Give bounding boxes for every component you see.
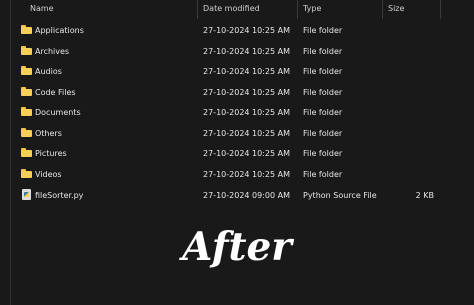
folder-icon xyxy=(21,127,32,138)
file-date: 27-10-2024 09:00 AM xyxy=(203,191,291,200)
file-type: File folder xyxy=(303,26,343,35)
file-row[interactable]: Pictures 27-10-2024 10:25 AM File folder xyxy=(0,144,474,164)
file-type: File folder xyxy=(303,169,343,179)
folder-icon xyxy=(21,45,32,56)
folder-icon xyxy=(21,25,32,35)
file-type: File folder xyxy=(303,149,343,158)
file-name: Archives xyxy=(35,46,70,56)
file-date: 27-10-2024 10:25 AM xyxy=(203,67,291,76)
file-name: Others xyxy=(35,128,62,138)
file-row[interactable]: fileSorter.py 27-10-2024 09:00 AM Python… xyxy=(0,186,474,206)
folder-icon xyxy=(21,148,32,158)
file-date: 27-10-2024 10:25 AM xyxy=(203,26,291,35)
overlay-caption: After xyxy=(182,224,292,270)
file-type: File folder xyxy=(303,67,343,76)
file-name: Code Files xyxy=(35,87,76,97)
folder-icon xyxy=(21,168,32,179)
file-date: 27-10-2024 10:25 AM xyxy=(203,87,291,97)
file-type: File folder xyxy=(303,46,343,56)
python-file-icon xyxy=(22,189,31,200)
file-size: 2 KB xyxy=(415,191,434,200)
file-row[interactable]: Code Files 27-10-2024 10:25 AM File fold… xyxy=(0,83,474,103)
column-divider[interactable] xyxy=(197,0,198,19)
file-row[interactable]: Documents 27-10-2024 10:25 AM File folde… xyxy=(0,103,474,123)
folder-icon xyxy=(21,86,32,97)
column-divider[interactable] xyxy=(297,0,298,19)
file-row[interactable]: Audios 27-10-2024 10:25 AM File folder xyxy=(0,62,474,82)
column-header-bar: ⌃ Name Date modified Type Size xyxy=(0,0,474,19)
file-type: File folder xyxy=(303,87,343,97)
file-date: 27-10-2024 10:25 AM xyxy=(203,46,291,56)
file-date: 27-10-2024 10:25 AM xyxy=(203,108,291,117)
column-header-date[interactable]: Date modified xyxy=(203,4,260,13)
file-name: Applications xyxy=(35,26,84,35)
column-header-type[interactable]: Type xyxy=(303,4,321,13)
folder-icon xyxy=(21,107,32,117)
column-header-name[interactable]: Name xyxy=(30,4,54,13)
column-divider[interactable] xyxy=(382,0,383,19)
file-type: Python Source File xyxy=(303,191,377,200)
file-type: File folder xyxy=(303,128,343,138)
file-name: Audios xyxy=(35,67,62,76)
file-name: fileSorter.py xyxy=(35,191,84,200)
file-row[interactable]: Videos 27-10-2024 10:25 AM File folder xyxy=(0,165,474,185)
file-name: Videos xyxy=(35,169,62,179)
column-divider[interactable] xyxy=(440,0,441,19)
file-date: 27-10-2024 10:25 AM xyxy=(203,149,291,158)
chevron-up-icon[interactable]: ⌃ xyxy=(108,0,114,5)
file-name: Pictures xyxy=(35,149,67,158)
file-row[interactable]: Others 27-10-2024 10:25 AM File folder xyxy=(0,124,474,144)
file-date: 27-10-2024 10:25 AM xyxy=(203,169,291,179)
column-header-size[interactable]: Size xyxy=(388,4,404,13)
file-row[interactable]: Applications 27-10-2024 10:25 AM File fo… xyxy=(0,21,474,41)
file-type: File folder xyxy=(303,108,343,117)
file-name: Documents xyxy=(35,108,81,117)
file-date: 27-10-2024 10:25 AM xyxy=(203,128,291,138)
file-row[interactable]: Archives 27-10-2024 10:25 AM File folder xyxy=(0,42,474,62)
folder-icon xyxy=(21,66,32,76)
